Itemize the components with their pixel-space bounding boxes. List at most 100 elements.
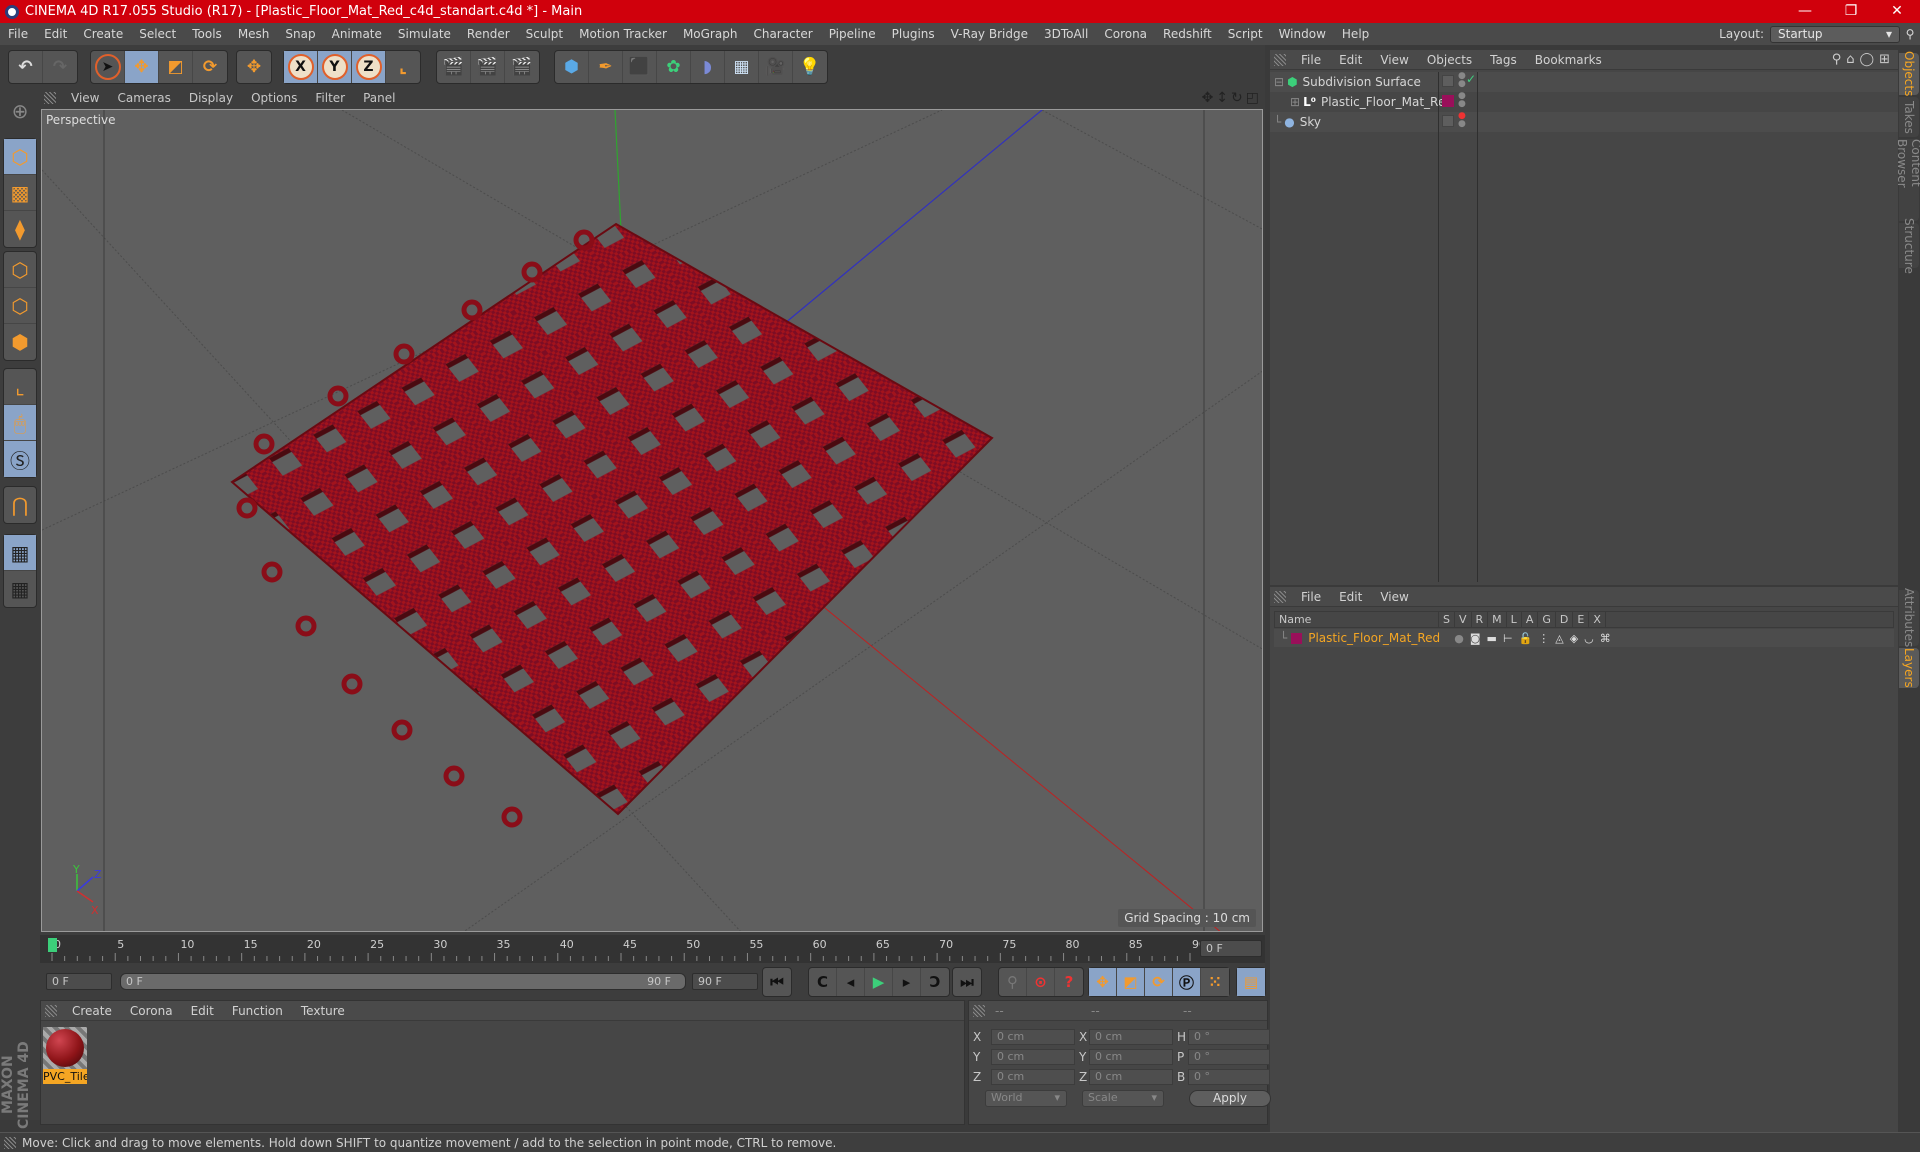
pos-z-field[interactable]: 0 cm [991, 1069, 1075, 1085]
object-row-subdivision-surface[interactable]: ⊟ ⬢ Subdivision Surface [1274, 72, 1421, 92]
goto-start-button[interactable]: ⏮ [763, 968, 791, 996]
render-clapboard-icon[interactable]: ▬ [1487, 632, 1497, 645]
viewport-menu-view[interactable]: View [62, 91, 108, 105]
menu-snap[interactable]: Snap [277, 27, 323, 41]
menu-character[interactable]: Character [745, 27, 820, 41]
generator-icon[interactable]: ◬ [1555, 632, 1563, 645]
manager-tree-icon[interactable]: ⊢ [1503, 632, 1513, 645]
column-deformers[interactable]: D [1556, 612, 1574, 627]
grip-handle-icon[interactable] [973, 1004, 985, 1017]
menu-redshift[interactable]: Redshift [1155, 27, 1220, 41]
column-generators[interactable]: G [1538, 612, 1556, 627]
menu-tools[interactable]: Tools [184, 27, 230, 41]
layer-color-swatch[interactable] [1291, 632, 1303, 644]
menu-vray-bridge[interactable]: V-Ray Bridge [943, 27, 1036, 41]
mm-menu-function[interactable]: Function [223, 1004, 292, 1018]
pos-x-field[interactable]: 0 cm [991, 1029, 1075, 1045]
array-button[interactable]: ✿ [657, 51, 691, 83]
camera-button[interactable]: 🎥 [759, 51, 793, 83]
make-editable-button[interactable]: ⊕ [3, 93, 37, 129]
column-lock[interactable]: L [1507, 612, 1522, 627]
tab-layers[interactable]: Layers [1899, 648, 1919, 688]
menu-select[interactable]: Select [131, 27, 184, 41]
column-manager[interactable]: M [1488, 612, 1507, 627]
menu-window[interactable]: Window [1271, 27, 1334, 41]
z-axis-lock-button[interactable]: Z [352, 51, 386, 83]
orbit-view-icon[interactable]: ↻ [1231, 90, 1243, 106]
render-view-button[interactable]: 🎬 [437, 51, 471, 83]
viewport-menu-panel[interactable]: Panel [354, 91, 404, 105]
om-menu-edit[interactable]: Edit [1330, 53, 1371, 67]
menu-motion-tracker[interactable]: Motion Tracker [571, 27, 675, 41]
om-menu-objects[interactable]: Objects [1418, 53, 1481, 67]
key-pla-button[interactable]: ⁙ [1201, 968, 1229, 996]
size-z-field[interactable]: 0 cm [1089, 1069, 1173, 1085]
frame-range-slider[interactable]: 0 F 90 F [120, 973, 686, 990]
close-button[interactable]: ✕ [1874, 0, 1920, 23]
render-settings-button[interactable]: 🎬 [505, 51, 539, 83]
next-frame-button[interactable]: ▸ [893, 968, 921, 996]
redo-button[interactable]: ↷ [43, 51, 77, 83]
restore-button[interactable]: ❐ [1828, 0, 1874, 23]
layout-dropdown[interactable]: Startup ▾ [1770, 25, 1900, 43]
column-divider[interactable] [1438, 72, 1439, 582]
menu-edit[interactable]: Edit [36, 27, 75, 41]
eye-icon[interactable]: ◯ [1860, 52, 1875, 67]
column-name[interactable]: Name [1275, 612, 1439, 627]
deformer-button[interactable]: ◗ [691, 51, 725, 83]
om-menu-view[interactable]: View [1371, 53, 1417, 67]
timeline-ruler[interactable]: 051015202530354045505560657075808590 0 F [40, 935, 1265, 963]
timeline-window-button[interactable]: ▤ [1237, 968, 1265, 996]
recent-tool-button[interactable]: ✥ [237, 51, 271, 83]
object-row-plastic-floor-mat-red[interactable]: ⊞ L⁰ Plastic_Floor_Mat_Red [1290, 92, 1453, 112]
viewport-menu-options[interactable]: Options [242, 91, 306, 105]
deformer-icon[interactable]: ◈ [1570, 632, 1578, 645]
workplane-mode-button[interactable]: ⧫ [4, 211, 36, 247]
layer-swatch-empty[interactable] [1442, 75, 1454, 87]
om-menu-file[interactable]: File [1292, 53, 1330, 67]
new-view-icon[interactable]: ⊞ [1879, 52, 1890, 67]
viewport-canvas[interactable]: Y Z X Perspective Grid Spacing : 10 cm [41, 109, 1263, 932]
menu-script[interactable]: Script [1220, 27, 1271, 41]
animation-icon[interactable]: ⋮ [1538, 632, 1549, 645]
tweak-mode-button[interactable]: 🖱 [4, 405, 36, 441]
y-axis-lock-button[interactable]: Y [318, 51, 352, 83]
key-scale-button[interactable]: ◩ [1117, 968, 1145, 996]
menu-render[interactable]: Render [459, 27, 518, 41]
undo-button[interactable]: ↶ [9, 51, 43, 83]
size-x-field[interactable]: 0 cm [1089, 1029, 1173, 1045]
xref-icon[interactable]: ⌘ [1600, 632, 1611, 645]
size-y-field[interactable]: 0 cm [1089, 1049, 1173, 1065]
visibility-dots-icon[interactable]: ● ● [1458, 92, 1466, 109]
menu-sculpt[interactable]: Sculpt [518, 27, 571, 41]
pos-y-field[interactable]: 0 cm [991, 1049, 1075, 1065]
column-render[interactable]: R [1472, 612, 1489, 627]
previous-key-button[interactable]: C [809, 968, 837, 996]
scale-tool-button[interactable]: ◩ [159, 51, 193, 83]
render-picture-viewer-button[interactable]: 🎬 [471, 51, 505, 83]
record-button[interactable]: ⊙ [1027, 968, 1055, 996]
layer-swatch-empty[interactable] [1442, 115, 1454, 127]
pen-button[interactable]: ✒ [589, 51, 623, 83]
collapse-icon[interactable]: ⊟ [1274, 75, 1284, 89]
pan-view-icon[interactable]: ✥ [1202, 90, 1214, 106]
edges-mode-button[interactable]: ⬡ [4, 288, 36, 324]
next-key-button[interactable]: Ↄ [921, 968, 949, 996]
menu-help[interactable]: Help [1334, 27, 1377, 41]
rot-h-field[interactable]: 0 ° [1188, 1029, 1270, 1045]
solo-dot-icon[interactable]: ● [1454, 632, 1464, 645]
layer-name[interactable]: Plastic_Floor_Mat_Red [1308, 631, 1448, 645]
subdivision-surface-button[interactable]: ⬛ [623, 51, 657, 83]
layer-row[interactable]: └ Plastic_Floor_Mat_Red ● ◙ ▬ ⊢ 🔓 ⋮ ◬ ◈ … [1274, 629, 1894, 647]
search-icon[interactable]: ⚲ [1900, 27, 1920, 41]
material-name[interactable]: PVC_Tile [43, 1069, 87, 1084]
menu-simulate[interactable]: Simulate [390, 27, 459, 41]
autokey-button[interactable]: ? [1055, 968, 1083, 996]
column-expressions[interactable]: E [1573, 612, 1590, 627]
apply-button[interactable]: Apply [1189, 1090, 1271, 1107]
menu-pipeline[interactable]: Pipeline [821, 27, 884, 41]
key-parameter-button[interactable]: Ⓟ [1173, 968, 1201, 996]
visibility-dots-icon[interactable]: ● ● [1458, 112, 1466, 129]
motion-path-button[interactable]: ⚲ [999, 968, 1027, 996]
layer-color-swatch[interactable] [1442, 95, 1454, 107]
